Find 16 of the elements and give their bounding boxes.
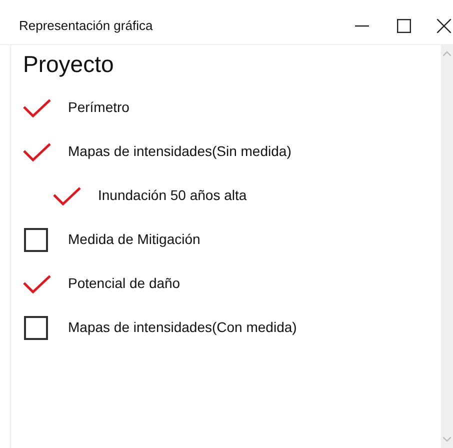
item-label: Potencial de daño [68,274,180,293]
checkmark-icon[interactable] [23,274,51,294]
checkmark-icon[interactable] [53,186,81,206]
checkbox[interactable] [24,228,48,252]
window-title: Representación gráfica [19,17,154,36]
item-label: Mapas de intensidades(Con medida) [68,318,297,337]
checkmark-icon[interactable] [23,98,51,118]
project-heading: Proyecto [23,50,115,79]
item-label: Mapas de intensidades(Sin medida) [68,142,292,161]
item-label: Inundación 50 años alta [98,186,247,205]
checkbox[interactable] [24,316,48,340]
item-label: Perímetro [68,98,130,117]
maximize-icon[interactable] [397,19,411,33]
item-label: Medida de Mitigación [68,230,200,249]
close-icon[interactable] [437,19,451,33]
checkmark-icon[interactable] [23,142,51,162]
